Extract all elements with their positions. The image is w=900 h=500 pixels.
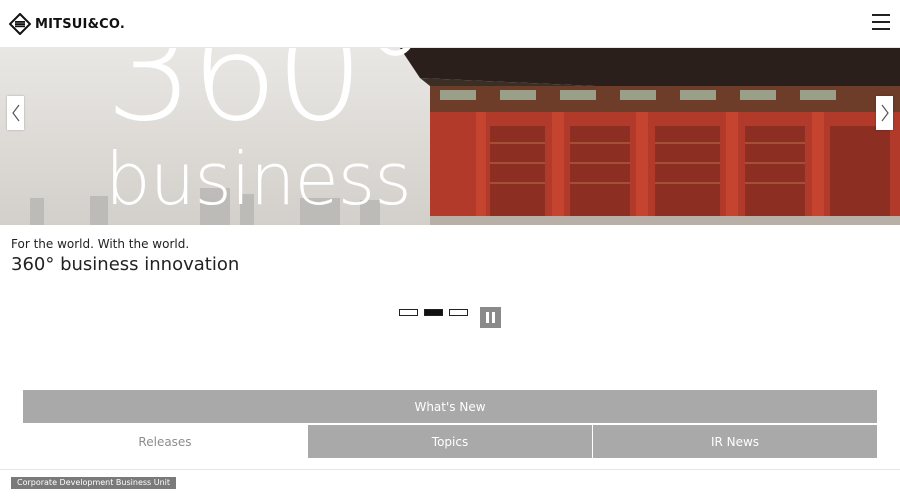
tab-releases[interactable]: Releases — [23, 425, 307, 458]
carousel-dot-2[interactable] — [424, 309, 443, 316]
carousel-next-button[interactable] — [876, 96, 893, 130]
carousel-dot-3[interactable] — [449, 309, 468, 316]
hero-tagline: For the world. With the world. — [11, 237, 190, 251]
chevron-left-icon — [11, 104, 19, 122]
category-badge: Corporate Development Business Unit — [11, 477, 177, 489]
hero-carousel-slide: 360° business — [0, 48, 900, 225]
mitsui-logo[interactable]: MITSUI&CO. — [9, 11, 125, 37]
logo-text: MITSUI&CO. — [35, 16, 125, 32]
hero-overlay-business: business — [105, 137, 412, 221]
hamburger-menu-icon[interactable] — [872, 14, 890, 30]
news-tabs: Releases Topics IR News — [23, 425, 877, 458]
pause-icon-bar-left — [486, 312, 489, 323]
whats-new-heading: What's New — [23, 390, 877, 423]
mitsui-logo-mark-icon — [9, 13, 31, 35]
hero-headline[interactable]: 360° business innovation — [11, 254, 239, 275]
section-divider — [0, 469, 900, 470]
tab-ir-news[interactable]: IR News — [592, 425, 877, 458]
carousel-dot-1[interactable] — [399, 309, 418, 316]
hero-overlay-360: 360° — [105, 48, 430, 153]
carousel-prev-button[interactable] — [7, 96, 24, 130]
pause-icon-bar-right — [492, 312, 495, 323]
tab-topics[interactable]: Topics — [307, 425, 592, 458]
pause-button[interactable] — [480, 307, 501, 328]
site-header: MITSUI&CO. — [0, 0, 900, 48]
chevron-right-icon — [881, 104, 889, 122]
carousel-pagination — [399, 297, 501, 328]
